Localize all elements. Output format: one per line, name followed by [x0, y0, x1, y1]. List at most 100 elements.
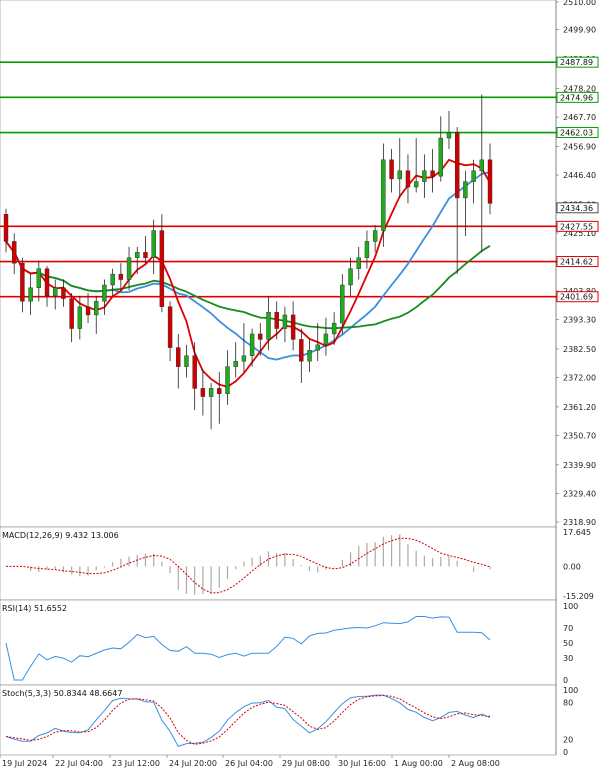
candle-body	[20, 263, 25, 302]
x-tick-label: 19 Jul 2024	[2, 759, 47, 768]
x-tick-label: 1 Aug 00:00	[394, 759, 443, 768]
candle-body	[241, 355, 247, 362]
macd-tick-label: 0.00	[563, 562, 581, 571]
candle-body	[85, 306, 91, 316]
y-tick-label: 2499.90	[563, 25, 596, 34]
candle-body	[438, 137, 443, 177]
rsi-tick-label: 0	[563, 676, 568, 685]
candle-body	[200, 388, 206, 397]
rsi-tick-label: 100	[563, 602, 578, 611]
y-tick-label: 2372.00	[563, 374, 596, 383]
candle-body	[356, 257, 361, 269]
candle-body	[430, 170, 435, 177]
x-tick-label: 29 Jul 08:00	[282, 759, 330, 768]
candle-body	[118, 273, 124, 280]
candle-body	[413, 181, 419, 188]
candle-body	[446, 132, 452, 139]
x-tick-label: 26 Jul 04:00	[225, 759, 273, 768]
candle-body	[61, 287, 66, 299]
rsi-label: RSI(14) 51.6552	[2, 604, 67, 613]
candle-body	[463, 181, 468, 199]
candle-body	[110, 273, 115, 286]
macd-tick-label: 17.645	[563, 528, 591, 537]
rsi-tick-label: 50	[563, 639, 573, 648]
y-tick-label: 2393.30	[563, 316, 596, 325]
candle-body	[405, 170, 411, 188]
candle-body	[69, 298, 74, 329]
candle-body	[77, 306, 83, 329]
candle-body	[28, 287, 33, 302]
candle-body	[12, 241, 17, 264]
rsi-tick-label: 30	[563, 654, 573, 663]
y-tick-label: 2382.50	[563, 345, 596, 354]
candle-body	[348, 268, 353, 286]
candle-body	[44, 268, 50, 297]
y-tick-label: 2361.20	[563, 403, 596, 412]
y-tick-label: 2456.90	[563, 142, 596, 151]
stoch-tick-label: 20	[563, 736, 573, 745]
candle-body	[315, 344, 320, 351]
y-tick-label: 2339.90	[563, 461, 596, 470]
candle-body	[126, 257, 132, 280]
candle-body	[167, 306, 173, 348]
macd-tick-label: -15.209	[563, 592, 594, 601]
candle-body	[233, 360, 238, 367]
rsi-tick-label: 70	[563, 624, 573, 633]
y-tick-label: 2446.40	[563, 171, 596, 180]
candle-body	[397, 170, 402, 180]
candle-body	[249, 333, 255, 356]
x-tick-label: 23 Jul 12:00	[112, 759, 160, 768]
candle-body	[323, 333, 329, 346]
candle-body	[3, 214, 9, 242]
level-label: 2427.55	[560, 222, 593, 231]
y-tick-label: 2318.90	[563, 518, 596, 527]
candle-body	[143, 252, 148, 258]
candle-body	[471, 170, 476, 182]
candle-body	[176, 347, 181, 367]
macd-label: MACD(12,26,9) 9.432 13.006	[2, 531, 119, 540]
candle-body	[94, 301, 99, 316]
candle-body	[381, 159, 386, 231]
candle-body	[487, 159, 493, 204]
candle-body	[151, 230, 156, 258]
x-tick-label: 22 Jul 04:00	[55, 759, 103, 768]
y-tick-label: 2510.00	[563, 0, 596, 7]
candle-body	[184, 355, 189, 367]
candle-body	[454, 132, 460, 199]
level-label: 2474.96	[560, 93, 593, 102]
candle-body	[266, 312, 271, 340]
candle-body	[307, 350, 312, 362]
candle-body	[135, 252, 140, 258]
main-panel	[0, 0, 557, 528]
candle-body	[422, 170, 427, 182]
stoch-label: Stoch(5,3,3) 50.8344 48.6647	[2, 689, 122, 698]
candle-body	[290, 314, 296, 340]
price-chart: 2510.002499.902489.102478.202467.702456.…	[0, 0, 599, 768]
candle-body	[225, 366, 230, 395]
y-tick-label: 2350.70	[563, 431, 596, 440]
level-label: 2487.89	[560, 58, 593, 67]
y-axis: 2510.002499.902489.102478.202467.702456.…	[555, 0, 596, 755]
stoch-tick-label: 0	[563, 748, 568, 757]
candle-body	[479, 159, 484, 171]
y-tick-label: 2467.70	[563, 113, 596, 122]
current-price-label: 2434.36	[560, 204, 593, 213]
candle-body	[372, 230, 378, 242]
candle-body	[208, 388, 214, 397]
x-tick-label: 2 Aug 08:00	[451, 759, 500, 768]
level-label: 2462.03	[560, 129, 593, 138]
candle-body	[258, 333, 263, 340]
current-price-marker: 2434.36	[556, 202, 599, 214]
stoch-tick-label: 100	[563, 686, 578, 695]
candle-body	[299, 339, 304, 362]
candle-body	[282, 314, 288, 329]
x-tick-label: 30 Jul 16:00	[338, 759, 386, 768]
candle-body	[217, 388, 222, 395]
level-label: 2414.62	[560, 258, 593, 267]
stoch-tick-label: 80	[563, 698, 573, 707]
candle-body	[274, 312, 279, 329]
y-tick-label: 2329.40	[563, 489, 596, 498]
candle-body	[364, 241, 370, 258]
candle-body	[389, 159, 394, 180]
candle-body	[331, 322, 337, 335]
